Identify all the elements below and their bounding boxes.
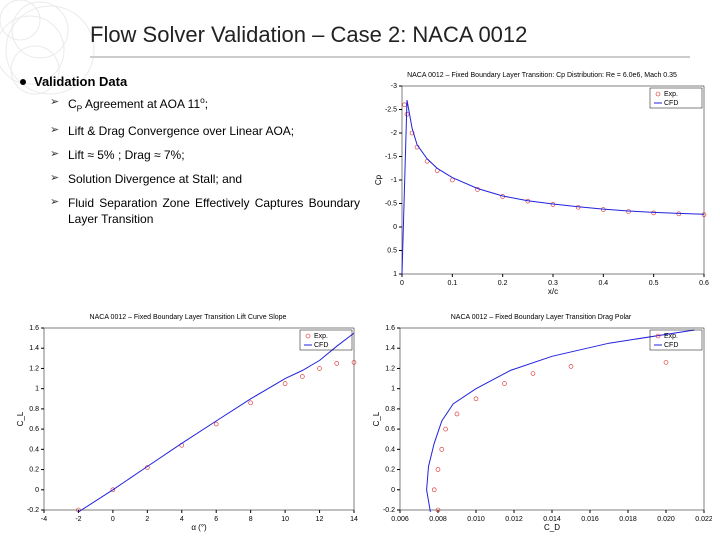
svg-text:NACA 0012 – Fixed Boundary Lay: NACA 0012 – Fixed Boundary Layer Transit…	[90, 314, 287, 321]
bullet-item: Lift & Drag Convergence over Linear AOA;	[54, 123, 360, 147]
svg-text:0.4: 0.4	[598, 280, 608, 287]
svg-text:0.3: 0.3	[548, 280, 558, 287]
svg-text:CFD: CFD	[314, 342, 328, 349]
svg-text:CFD: CFD	[664, 342, 678, 349]
svg-text:α (°): α (°)	[191, 523, 207, 532]
svg-text:Exp.: Exp.	[314, 333, 328, 340]
svg-text:0.010: 0.010	[467, 516, 485, 523]
svg-text:8: 8	[249, 516, 253, 523]
svg-text:C_L: C_L	[16, 411, 25, 426]
svg-text:0.022: 0.022	[695, 516, 712, 523]
svg-text:CFD: CFD	[664, 100, 678, 107]
svg-text:-4: -4	[41, 516, 47, 523]
svg-text:0.012: 0.012	[505, 516, 523, 523]
svg-text:-2: -2	[75, 516, 81, 523]
svg-text:Exp.: Exp.	[664, 333, 678, 340]
bullet-item: Lift ≈ 5% ; Drag ≈ 7%;	[54, 147, 360, 171]
svg-text:1: 1	[393, 271, 397, 278]
svg-text:0.008: 0.008	[429, 516, 447, 523]
svg-text:-2: -2	[391, 130, 397, 137]
svg-text:-3: -3	[391, 83, 397, 90]
svg-text:0.014: 0.014	[543, 516, 561, 523]
svg-text:0: 0	[111, 516, 115, 523]
svg-text:-1.5: -1.5	[385, 154, 397, 161]
svg-text:0: 0	[393, 224, 397, 231]
svg-text:1.6: 1.6	[29, 325, 39, 332]
svg-text:0.2: 0.2	[498, 280, 508, 287]
svg-text:0.1: 0.1	[447, 280, 457, 287]
svg-text:1: 1	[35, 386, 39, 393]
title-underline	[90, 56, 690, 58]
bullet-list: CP Agreement at AOA 11o; Lift & Drag Con…	[20, 95, 360, 236]
chart-lift-curve: NACA 0012 – Fixed Boundary Layer Transit…	[14, 310, 362, 534]
svg-text:0: 0	[35, 487, 39, 494]
chart-drag-polar: NACA 0012 – Fixed Boundary Layer Transit…	[370, 310, 712, 534]
bullet-item: CP Agreement at AOA 11o;	[54, 95, 360, 123]
svg-text:C_L: C_L	[372, 411, 381, 426]
svg-text:NACA 0012 – Fixed Boundary Lay: NACA 0012 – Fixed Boundary Layer Transit…	[407, 72, 677, 79]
chart-cp-distribution: NACA 0012 – Fixed Boundary Layer Transit…	[372, 68, 712, 298]
svg-text:0: 0	[391, 487, 395, 494]
svg-text:NACA 0012 – Fixed Boundary Lay: NACA 0012 – Fixed Boundary Layer Transit…	[451, 314, 632, 321]
svg-text:0.8: 0.8	[29, 406, 39, 413]
svg-text:Exp.: Exp.	[664, 91, 678, 98]
svg-text:4: 4	[180, 516, 184, 523]
svg-text:0.5: 0.5	[387, 248, 397, 255]
section-heading: Validation Data	[34, 74, 360, 89]
svg-text:-2.5: -2.5	[385, 107, 397, 114]
svg-text:1.2: 1.2	[385, 365, 395, 372]
svg-text:0.2: 0.2	[385, 467, 395, 474]
svg-text:x/c: x/c	[548, 287, 558, 296]
svg-text:14: 14	[350, 516, 358, 523]
svg-text:C_D: C_D	[544, 523, 560, 532]
svg-text:-0.2: -0.2	[383, 507, 395, 514]
bullet-icon	[20, 79, 26, 85]
svg-text:0.6: 0.6	[29, 426, 39, 433]
svg-text:0.2: 0.2	[29, 467, 39, 474]
svg-text:0.4: 0.4	[29, 446, 39, 453]
validation-text-block: Validation Data CP Agreement at AOA 11o;…	[20, 70, 360, 236]
svg-text:12: 12	[316, 516, 324, 523]
svg-text:0.6: 0.6	[699, 280, 709, 287]
bullet-item: Solution Divergence at Stall; and	[54, 171, 360, 195]
svg-text:0.020: 0.020	[657, 516, 675, 523]
svg-text:1.4: 1.4	[29, 345, 39, 352]
svg-text:1.2: 1.2	[29, 365, 39, 372]
svg-text:1.4: 1.4	[385, 345, 395, 352]
svg-text:-0.2: -0.2	[27, 507, 39, 514]
svg-text:-0.5: -0.5	[385, 201, 397, 208]
svg-text:0.006: 0.006	[391, 516, 409, 523]
svg-text:0.018: 0.018	[619, 516, 637, 523]
svg-text:6: 6	[214, 516, 218, 523]
svg-text:1: 1	[391, 386, 395, 393]
svg-text:0.6: 0.6	[385, 426, 395, 433]
svg-text:2: 2	[145, 516, 149, 523]
svg-text:-1: -1	[391, 177, 397, 184]
svg-text:0: 0	[400, 280, 404, 287]
page-title: Flow Solver Validation – Case 2: NACA 00…	[90, 22, 690, 48]
svg-text:10: 10	[281, 516, 289, 523]
svg-text:1.6: 1.6	[385, 325, 395, 332]
svg-text:0.5: 0.5	[649, 280, 659, 287]
svg-text:0.8: 0.8	[385, 406, 395, 413]
svg-text:0.4: 0.4	[385, 446, 395, 453]
svg-text:Cp: Cp	[374, 174, 383, 185]
bullet-item: Fluid Separation Zone Effectively Captur…	[54, 195, 360, 235]
svg-text:0.016: 0.016	[581, 516, 599, 523]
